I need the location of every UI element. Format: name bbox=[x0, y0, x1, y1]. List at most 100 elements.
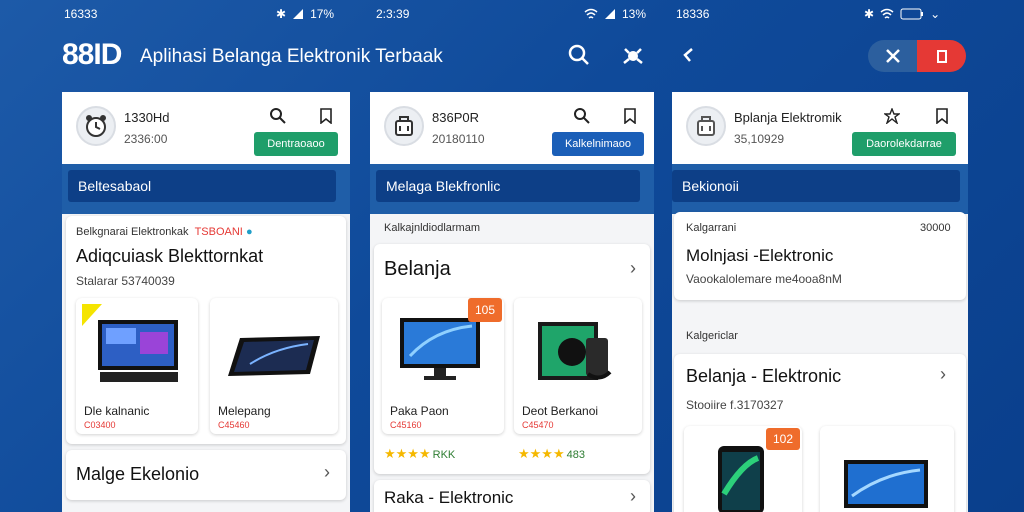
promo-tag: TSBOANI bbox=[194, 226, 243, 238]
promo-header: Belkgnarai Elektronkak TSBOANI ● bbox=[76, 226, 253, 238]
list-item-label: Raka - Elektronic bbox=[384, 488, 514, 507]
product-card[interactable]: Melepang C45460 bbox=[210, 298, 338, 434]
product-price: C45460 bbox=[218, 420, 250, 430]
section-card: Belanja - Elektronic › Stooiire f.317032… bbox=[674, 354, 966, 512]
shop-card: Bplanja Elektromik 35,10929 Daorolekdarr… bbox=[672, 92, 968, 164]
info-title: Molnjasi -Elektronic bbox=[686, 246, 834, 265]
bluetooth-icon: ✱ bbox=[276, 7, 287, 21]
rating-text: RKK bbox=[432, 449, 456, 461]
search-icon[interactable] bbox=[572, 106, 592, 126]
screen-panel-1: 1330Hd 2336:00 Dentraoaoo Beltesabaol Be… bbox=[62, 92, 350, 512]
list-item[interactable]: Raka - Elektronic › bbox=[374, 480, 650, 512]
wifi-icon bbox=[880, 8, 894, 19]
promo-header-text: Belkgnarai Elektronkak bbox=[76, 226, 189, 238]
app-title: Aplihasi Belanga Elektronik Terbaak bbox=[140, 46, 443, 67]
list-item-label: Malge Ekelonio bbox=[76, 464, 200, 484]
section-card: Belanja › 105 Paka Paon C45160 Deot Berk… bbox=[374, 244, 650, 474]
screen-panel-3: Bplanja Elektromik 35,10929 Daorolekdarr… bbox=[672, 92, 968, 512]
monitor-image bbox=[400, 318, 480, 380]
list-item[interactable]: Malge Ekelonio › bbox=[66, 450, 346, 500]
store-icon bbox=[395, 116, 413, 136]
status-bar-2: 2:3:39 bbox=[376, 6, 409, 22]
shop-subtitle: 20180110 bbox=[432, 132, 485, 146]
info-card[interactable]: Kalgarrani 30000 Molnjasi -Elektronic Va… bbox=[674, 212, 966, 300]
promo-subtitle: Stalarar 53740039 bbox=[76, 274, 175, 288]
status-time: 18336 bbox=[676, 7, 710, 21]
search-icon[interactable] bbox=[268, 106, 288, 126]
avatar bbox=[384, 106, 424, 146]
info-label: Kalgarrani bbox=[686, 222, 737, 234]
shop-subtitle: 35,10929 bbox=[734, 132, 785, 146]
product-price: C45160 bbox=[390, 420, 422, 430]
wifi-icon bbox=[584, 8, 598, 19]
product-name: Deot Berkanoi bbox=[522, 404, 599, 418]
section-title: Belanja - Elektronic bbox=[686, 366, 842, 386]
chevron-right-icon: › bbox=[324, 462, 330, 482]
chevron-right-icon: › bbox=[630, 486, 636, 506]
monitor-image bbox=[844, 460, 928, 508]
shop-card: 836P0R 20180110 Kalkelnimaoo bbox=[370, 92, 654, 164]
product-price: C03400 bbox=[84, 420, 116, 430]
toggle-off-side[interactable] bbox=[868, 40, 917, 72]
clock-icon bbox=[86, 115, 106, 137]
shop-name: Bplanja Elektromik bbox=[734, 110, 842, 125]
gaming-pc-image bbox=[538, 322, 612, 380]
bluetooth-icon: ✱ bbox=[864, 7, 875, 21]
category-bar[interactable]: Melaga Blekfronlic bbox=[376, 170, 640, 202]
product-card[interactable]: 105 Paka Paon C45160 bbox=[382, 298, 504, 434]
signal-icon bbox=[293, 9, 304, 19]
status-time: 16333 bbox=[64, 7, 98, 21]
dropdown-icon[interactable]: ⌄ bbox=[930, 7, 940, 21]
discount-badge: 105 bbox=[468, 298, 502, 322]
battery-text: 13% bbox=[622, 7, 647, 21]
avatar bbox=[76, 106, 116, 146]
product-card[interactable]: 102 bbox=[684, 426, 802, 512]
rating-text: 483 bbox=[566, 449, 585, 461]
chevron-right-icon[interactable]: › bbox=[630, 258, 636, 279]
category-band: Bekionoii bbox=[672, 164, 968, 214]
category-bar[interactable]: Beltesabaol bbox=[68, 170, 336, 202]
trash-icon bbox=[936, 50, 947, 63]
star-outline-icon[interactable] bbox=[882, 106, 902, 126]
product-price: C45470 bbox=[522, 420, 554, 430]
section-subtitle: Stooiire f.3170327 bbox=[686, 398, 784, 412]
battery-text: 17% bbox=[310, 7, 335, 21]
action-button[interactable]: Kalkelnimaoo bbox=[552, 132, 644, 156]
product-card[interactable]: Deot Berkanoi C45470 bbox=[514, 298, 642, 434]
promo-card: Belkgnarai Elektronkak TSBOANI ● Adiqcui… bbox=[66, 216, 346, 444]
status-icons-2: 13% bbox=[584, 6, 646, 22]
search-icon[interactable] bbox=[564, 40, 594, 70]
screen-panel-2: 836P0R 20180110 Kalkelnimaoo Melaga Blek… bbox=[370, 92, 654, 512]
mode-toggle[interactable] bbox=[868, 40, 966, 72]
product-name: Dle kalnanic bbox=[84, 404, 150, 418]
rating-stars: ★★★★ 483 bbox=[518, 446, 585, 461]
bug-icon[interactable] bbox=[618, 40, 648, 70]
product-name: Melepang bbox=[218, 404, 271, 418]
rating-stars: ★★★★ RKK bbox=[384, 446, 456, 461]
category-band: Melaga Blekfronlic bbox=[370, 164, 654, 214]
back-icon[interactable] bbox=[674, 40, 704, 70]
bookmark-icon[interactable] bbox=[932, 106, 952, 126]
monitor-image bbox=[82, 304, 178, 382]
action-button[interactable]: Dentraoaoo bbox=[254, 132, 338, 156]
status-bar-3: 18336 bbox=[676, 6, 709, 22]
bookmark-icon[interactable] bbox=[620, 106, 640, 126]
action-button[interactable]: Daorolekdarrae bbox=[852, 132, 956, 156]
shop-card: 1330Hd 2336:00 Dentraoaoo bbox=[62, 92, 350, 164]
info-value: 30000 bbox=[920, 222, 951, 234]
toggle-on-side[interactable] bbox=[917, 40, 966, 72]
status-time: 2:3:39 bbox=[376, 7, 410, 21]
promo-title: Adiqcuiask Blekttornkat bbox=[76, 246, 264, 266]
status-icons-3: ✱ ⌄ bbox=[864, 6, 940, 22]
store-icon bbox=[697, 116, 715, 136]
product-card[interactable] bbox=[820, 426, 954, 512]
shop-name: 836P0R bbox=[432, 110, 479, 125]
section-title: Belanja bbox=[384, 258, 451, 280]
chevron-right-icon[interactable]: › bbox=[940, 364, 946, 385]
discount-badge: 102 bbox=[766, 428, 800, 450]
section-label: Kalkajnldiodlarmam bbox=[384, 222, 480, 234]
bookmark-icon[interactable] bbox=[316, 106, 336, 126]
avatar bbox=[686, 106, 726, 146]
product-card[interactable]: Dle kalnanic C03400 bbox=[76, 298, 198, 434]
category-bar[interactable]: Bekionoii bbox=[672, 170, 960, 202]
